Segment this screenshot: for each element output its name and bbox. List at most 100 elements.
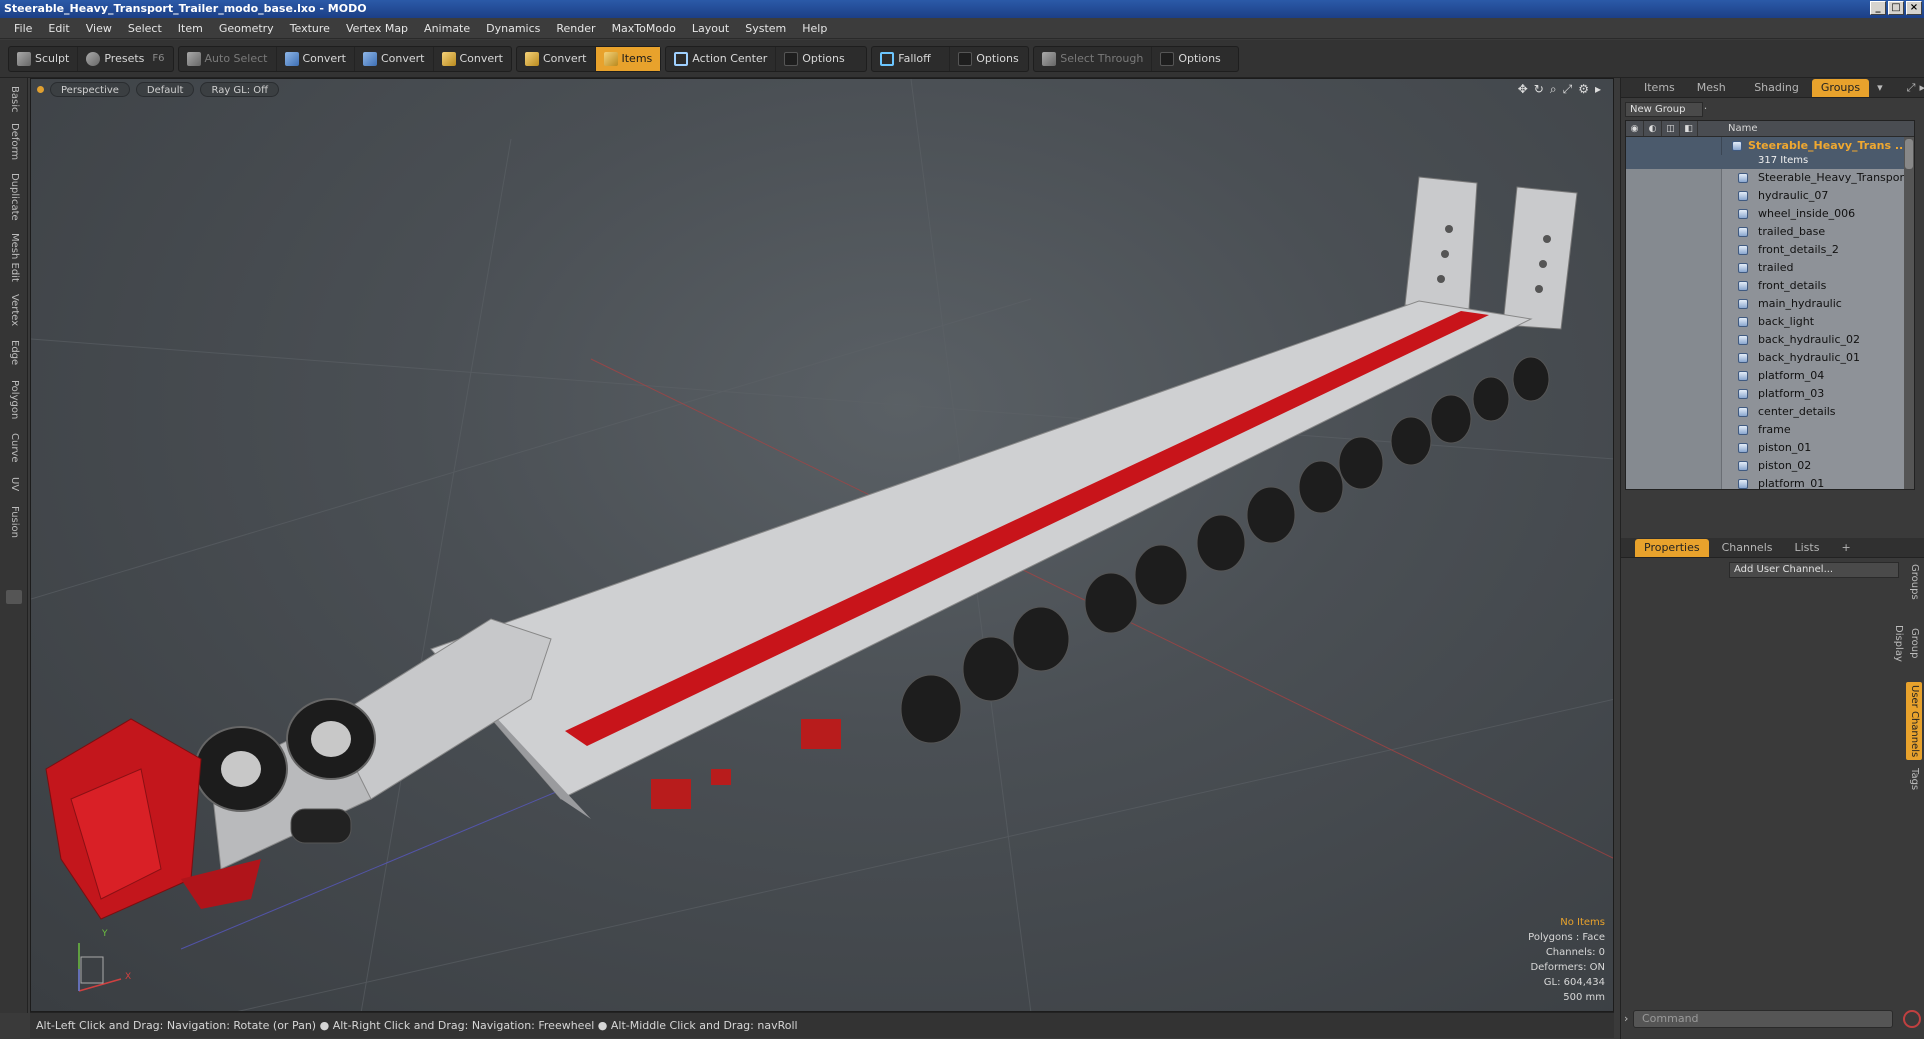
- convert-materials-button[interactable]: Convert: [517, 46, 596, 71]
- visibility-column-icon[interactable]: ◉: [1626, 121, 1644, 136]
- shading-dropdown[interactable]: Default: [135, 81, 195, 97]
- menu-geometry[interactable]: Geometry: [211, 22, 282, 35]
- list-item[interactable]: platform_04: [1626, 367, 1914, 385]
- render-column-icon[interactable]: ◐: [1644, 121, 1662, 136]
- gear-icon[interactable]: ⚙: [1578, 82, 1589, 97]
- 3d-viewport[interactable]: Y X Perspective Default Ray GL: Off ✥ ↻ …: [30, 78, 1614, 1012]
- menu-edit[interactable]: Edit: [40, 22, 77, 35]
- tab-mesh[interactable]: Mesh ...: [1688, 79, 1741, 112]
- tab-mesh-edit[interactable]: Mesh Edit: [3, 230, 25, 284]
- list-item[interactable]: platform_01: [1626, 475, 1914, 489]
- list-item[interactable]: trailed_base: [1626, 223, 1914, 241]
- lock-column-icon[interactable]: ◫: [1662, 121, 1680, 136]
- menu-arrow-icon[interactable]: ▸: [1595, 82, 1601, 97]
- groups-list-header: ◉ ◐ ◫ ◧ Name: [1626, 121, 1914, 137]
- mesh-icon: [1738, 425, 1748, 435]
- list-item[interactable]: Steerable_Heavy_Transpor...: [1626, 169, 1914, 187]
- tab-curve[interactable]: Curve: [3, 430, 25, 466]
- presets-button[interactable]: Presets F6: [78, 47, 172, 71]
- list-item[interactable]: main_hydraulic: [1626, 295, 1914, 313]
- list-item[interactable]: platform_03: [1626, 385, 1914, 403]
- pan-icon[interactable]: ✥: [1518, 82, 1528, 97]
- menu-file[interactable]: File: [6, 22, 40, 35]
- convert-polygons-button[interactable]: Convert: [434, 47, 512, 71]
- add-tab-button[interactable]: +: [1832, 539, 1859, 557]
- tab-fusion[interactable]: Fusion: [3, 502, 25, 542]
- list-item[interactable]: wheel_inside_006: [1626, 205, 1914, 223]
- tab-items[interactable]: Items: [1635, 79, 1684, 97]
- groups-scrollbar[interactable]: [1904, 137, 1914, 489]
- minimize-button[interactable]: _: [1870, 1, 1886, 15]
- items-mode-button[interactable]: Items: [595, 46, 661, 71]
- list-item[interactable]: front_details_2: [1626, 241, 1914, 259]
- falloff-button[interactable]: Falloff: [872, 46, 951, 71]
- list-item[interactable]: hydraulic_07: [1626, 187, 1914, 205]
- tab-polygon[interactable]: Polygon: [3, 376, 25, 424]
- list-item[interactable]: back_hydraulic_01: [1626, 349, 1914, 367]
- side-tab-group-display[interactable]: Group Display: [1893, 608, 1922, 678]
- select-through-button[interactable]: Select Through: [1034, 46, 1153, 71]
- list-item[interactable]: front_details: [1626, 277, 1914, 295]
- expand-icon[interactable]: [6, 590, 22, 604]
- group-root-row[interactable]: Steerable_Heavy_Trans ... 317 Items: [1626, 137, 1914, 169]
- tab-shading[interactable]: Shading: [1745, 79, 1808, 97]
- maximize-button[interactable]: □: [1888, 1, 1904, 15]
- tab-duplicate[interactable]: Duplicate: [3, 170, 25, 224]
- rotate-icon[interactable]: ↻: [1534, 82, 1544, 97]
- select-column-icon[interactable]: ◧: [1680, 121, 1698, 136]
- view-type-dropdown[interactable]: Perspective: [50, 81, 130, 97]
- list-item[interactable]: piston_02: [1626, 457, 1914, 475]
- sculpt-button[interactable]: Sculpt: [9, 46, 79, 71]
- tab-channels[interactable]: Channels: [1713, 539, 1782, 557]
- select-through-options-button[interactable]: Options: [1152, 47, 1238, 71]
- list-item[interactable]: back_hydraulic_02: [1626, 331, 1914, 349]
- fit-icon[interactable]: ⤢: [1563, 82, 1573, 97]
- menu-maxtomodo[interactable]: MaxToModo: [604, 22, 684, 35]
- tab-uv[interactable]: UV: [3, 472, 25, 496]
- tab-vertex[interactable]: Vertex: [3, 290, 25, 330]
- viewport-stats: No Items Polygons : Face Channels: 0 Def…: [1528, 915, 1605, 1005]
- expand-panel-icon[interactable]: ⤢: [1907, 81, 1916, 95]
- auto-select-button[interactable]: Auto Select: [179, 46, 277, 71]
- command-input[interactable]: Command: [1633, 1010, 1893, 1028]
- menu-help[interactable]: Help: [794, 22, 835, 35]
- action-center-button[interactable]: Action Center: [666, 46, 777, 71]
- list-item[interactable]: back_light: [1626, 313, 1914, 331]
- close-button[interactable]: ×: [1906, 1, 1922, 15]
- menu-vertex-map[interactable]: Vertex Map: [338, 22, 416, 35]
- name-column-header[interactable]: Name: [1698, 121, 1758, 136]
- tab-properties[interactable]: Properties: [1635, 538, 1709, 557]
- tab-lists[interactable]: Lists: [1786, 539, 1829, 557]
- add-user-channel-button[interactable]: Add User Channel...: [1729, 562, 1899, 578]
- menu-item[interactable]: Item: [170, 22, 211, 35]
- side-tab-groups[interactable]: Groups: [1906, 562, 1922, 602]
- tab-basic[interactable]: Basic: [3, 82, 25, 116]
- new-group-button[interactable]: New Group: [1625, 102, 1703, 117]
- menu-system[interactable]: System: [737, 22, 794, 35]
- menu-layout[interactable]: Layout: [684, 22, 737, 35]
- tab-dropdown-icon[interactable]: ▾: [1877, 81, 1883, 94]
- menu-view[interactable]: View: [78, 22, 120, 35]
- menu-select[interactable]: Select: [120, 22, 170, 35]
- falloff-options-button[interactable]: Options: [950, 47, 1028, 71]
- zoom-icon[interactable]: ⌕: [1550, 82, 1557, 97]
- action-center-options-button[interactable]: Options: [776, 47, 866, 71]
- side-tab-user-channels[interactable]: User Channels: [1906, 682, 1922, 760]
- side-tab-tags[interactable]: Tags: [1906, 764, 1922, 794]
- command-history-button[interactable]: [1903, 1010, 1921, 1028]
- menu-texture[interactable]: Texture: [282, 22, 338, 35]
- list-item[interactable]: piston_01: [1626, 439, 1914, 457]
- menu-dynamics[interactable]: Dynamics: [478, 22, 548, 35]
- convert-edges-button[interactable]: Convert: [355, 46, 434, 71]
- menu-animate[interactable]: Animate: [416, 22, 478, 35]
- list-item[interactable]: trailed: [1626, 259, 1914, 277]
- menu-render[interactable]: Render: [548, 22, 603, 35]
- tab-edge[interactable]: Edge: [3, 336, 25, 370]
- tab-groups[interactable]: Groups: [1811, 78, 1870, 97]
- panel-arrow-icon[interactable]: ▸: [1919, 81, 1924, 94]
- list-item[interactable]: frame: [1626, 421, 1914, 439]
- raygl-toggle[interactable]: Ray GL: Off: [200, 81, 280, 97]
- convert-vertices-button[interactable]: Convert: [277, 46, 355, 71]
- tab-deform[interactable]: Deform: [3, 120, 25, 164]
- list-item[interactable]: center_details: [1626, 403, 1914, 421]
